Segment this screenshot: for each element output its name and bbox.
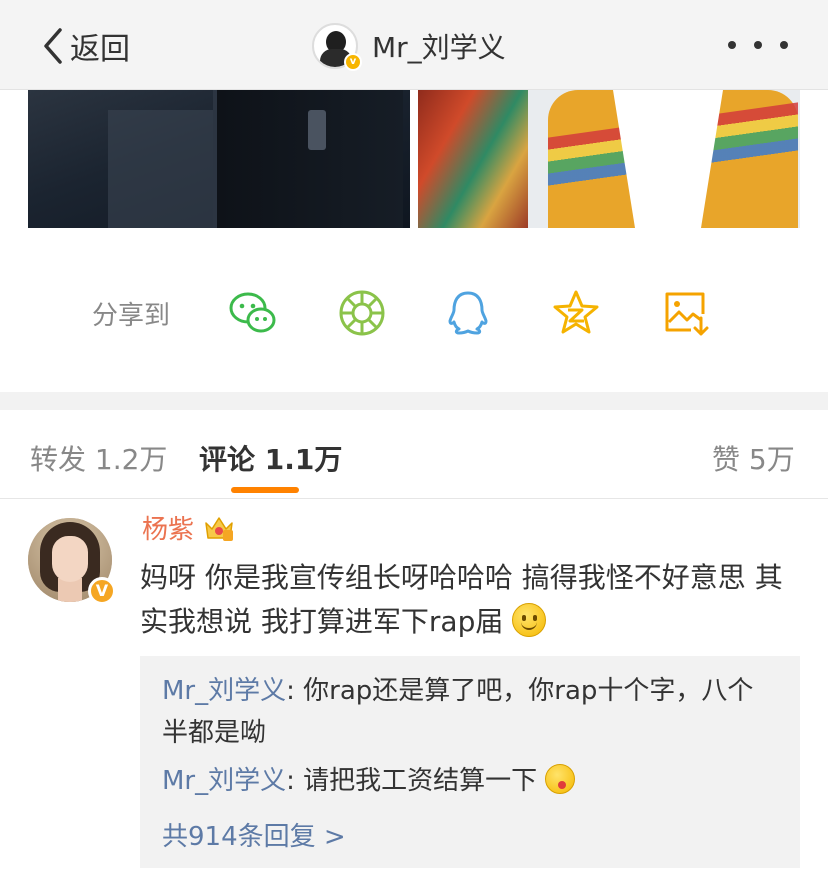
reply-author[interactable]: Mr_刘学义 bbox=[162, 676, 286, 706]
back-label: 返回 bbox=[70, 32, 130, 67]
chevron-left-icon bbox=[44, 28, 62, 64]
page-title: Mr_刘学义 bbox=[372, 31, 506, 64]
share-label: 分享到 bbox=[92, 301, 171, 331]
tab-repost[interactable]: 转发 1.2万 bbox=[30, 438, 167, 478]
replies-box[interactable]: Mr_刘学义: 你rap还是算了吧，你rap十个字，八个半都是呦 Mr_刘学义:… bbox=[140, 656, 800, 868]
top-nav-bar: 返回 Mr_刘学义 v bbox=[0, 0, 828, 90]
view-all-replies-link[interactable]: 共914条回复 > bbox=[162, 816, 346, 853]
more-dot-icon bbox=[754, 41, 762, 49]
more-dot-icon bbox=[728, 41, 736, 49]
save-image-icon[interactable] bbox=[661, 288, 711, 338]
section-divider bbox=[0, 392, 828, 410]
tab-like[interactable]: 赞 5万 bbox=[712, 438, 795, 478]
more-options-button[interactable] bbox=[728, 30, 788, 60]
verified-badge-icon: v bbox=[344, 53, 362, 71]
active-tab-indicator bbox=[231, 487, 299, 493]
tab-divider bbox=[0, 498, 828, 499]
reply-item: Mr_刘学义: 你rap还是算了吧，你rap十个字，八个半都是呦 bbox=[162, 670, 772, 754]
smile-emoji-icon bbox=[512, 603, 547, 637]
moments-icon[interactable] bbox=[337, 288, 387, 338]
qzone-icon[interactable] bbox=[551, 288, 601, 338]
reply-item: Mr_刘学义: 请把我工资结算一下 bbox=[162, 760, 772, 802]
back-button[interactable]: 返回 bbox=[40, 26, 130, 67]
comment-author[interactable]: 杨紫 bbox=[142, 509, 194, 546]
post-image-left[interactable] bbox=[28, 90, 410, 228]
reply-author[interactable]: Mr_刘学义 bbox=[162, 766, 286, 796]
verified-badge-icon: V bbox=[88, 577, 116, 605]
more-dot-icon bbox=[780, 41, 788, 49]
comment-text: 妈呀 你是我宣传组长呀哈哈哈 搞得我怪不好意思 其实我想说 我打算进军下rap届 bbox=[140, 556, 790, 644]
kiss-emoji-icon bbox=[545, 764, 576, 794]
nav-title[interactable]: Mr_刘学义 bbox=[312, 22, 506, 70]
comment-body: 妈呀 你是我宣传组长呀哈哈哈 搞得我怪不好意思 其实我想说 我打算进军下rap届 bbox=[140, 561, 783, 638]
wechat-icon[interactable] bbox=[228, 288, 278, 338]
qq-icon[interactable] bbox=[443, 288, 493, 338]
reply-text: : 请把我工资结算一下 bbox=[286, 766, 538, 796]
tab-comment[interactable]: 评论 1.1万 bbox=[199, 438, 342, 478]
crown-icon bbox=[203, 513, 235, 543]
post-image-right[interactable] bbox=[418, 90, 800, 228]
